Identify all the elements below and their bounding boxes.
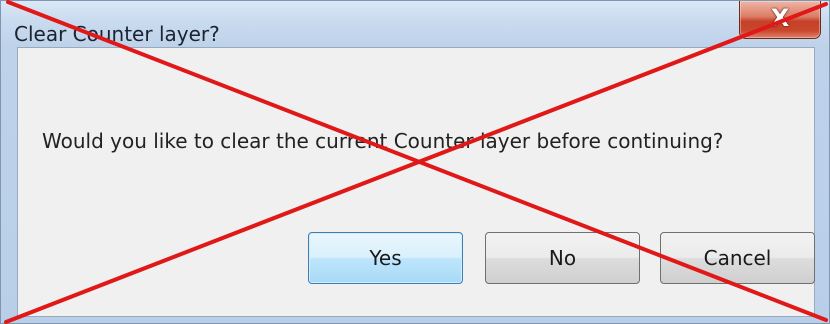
- title-bar[interactable]: Clear Counter layer? X: [1, 1, 829, 47]
- dialog-title: Clear Counter layer?: [14, 22, 220, 46]
- close-icon: X: [770, 4, 790, 32]
- cancel-button[interactable]: Cancel: [660, 232, 815, 284]
- yes-button[interactable]: Yes: [308, 232, 463, 284]
- dialog-message: Would you like to clear the current Coun…: [42, 129, 724, 153]
- close-button[interactable]: X: [739, 1, 821, 39]
- dialog-window: Clear Counter layer? X Would you like to…: [0, 0, 830, 324]
- no-button[interactable]: No: [485, 232, 640, 284]
